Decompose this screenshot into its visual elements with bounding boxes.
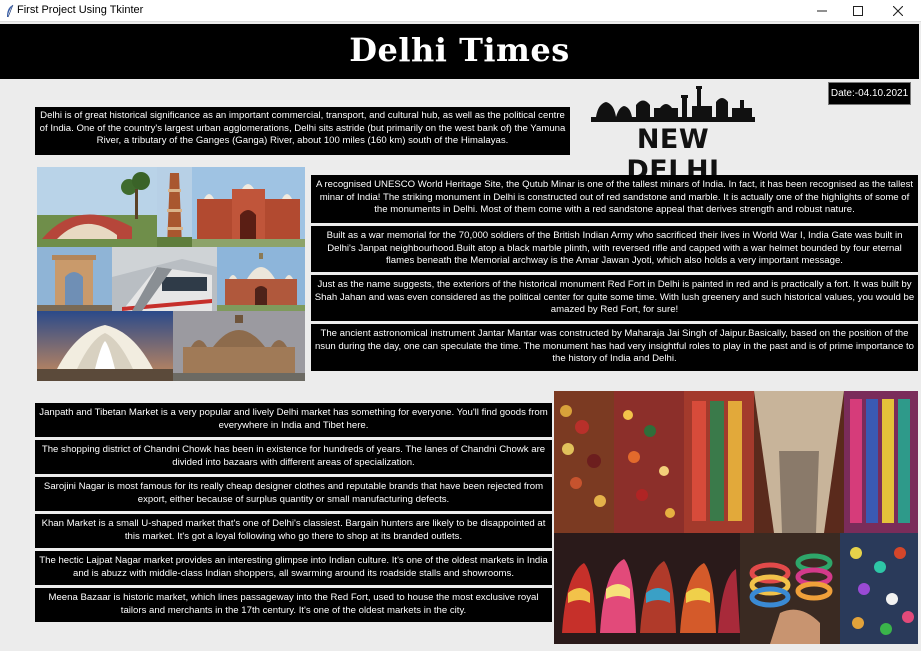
bazaar-street-photo <box>554 391 918 533</box>
new-delhi-logo: NEW DELHI <box>588 84 758 186</box>
market-janpath-text: Janpath and Tibetan Market is a very pop… <box>35 403 552 437</box>
monument-red-fort-text: Just as the name suggests, the exteriors… <box>311 275 918 321</box>
newspaper-name: Delhi Times <box>349 31 570 69</box>
market-lajpat-nagar-text: The hectic Lajpat Nagar market provides … <box>35 551 552 585</box>
maximize-button[interactable] <box>838 0 878 22</box>
monument-qutub-minar-text: A recognised UNESCO World Heritage Site,… <box>311 175 918 223</box>
markets-photos <box>554 391 918 644</box>
monuments-column: A recognised UNESCO World Heritage Site,… <box>311 175 918 374</box>
maximize-icon <box>853 6 863 16</box>
window-client-area: Delhi Times Date:-04.10.2021 Delhi is of… <box>0 22 921 651</box>
feather-icon <box>7 4 14 18</box>
qutub-minar-photo <box>157 167 192 247</box>
jutti-shoes-photo <box>554 533 740 644</box>
lotus-temple-photo <box>37 311 173 381</box>
minimize-button[interactable] <box>802 0 842 22</box>
date-label: Date:-04.10.2021 <box>828 82 911 105</box>
india-gate-photo <box>37 247 112 311</box>
delhi-skyline-icon <box>591 86 755 122</box>
markets-column: Janpath and Tibetan Market is a very pop… <box>35 403 552 625</box>
akshardham-photo <box>173 311 305 381</box>
close-icon <box>893 6 903 16</box>
market-sarojini-nagar-text: Sarojini Nagar is most famous for its re… <box>35 477 552 511</box>
red-fort-photo <box>192 167 305 247</box>
market-khan-market-text: Khan Market is a small U-shaped market t… <box>35 514 552 548</box>
masthead: Delhi Times <box>0 24 919 79</box>
close-button[interactable] <box>878 0 918 22</box>
minimize-icon <box>817 10 827 12</box>
monuments-collage <box>37 167 305 381</box>
monument-jantar-mantar-text: The ancient astronomical instrument Jant… <box>311 324 918 371</box>
window-titlebar[interactable]: First Project Using Tkinter <box>0 0 921 22</box>
market-chandni-chowk-text: The shopping district of Chandni Chowk h… <box>35 440 552 474</box>
market-meena-bazaar-text: Meena Bazaar is historic market, which l… <box>35 588 552 622</box>
humayun-tomb-photo <box>217 247 305 311</box>
delhi-metro-photo <box>112 247 217 311</box>
monument-india-gate-text: Built as a war memorial for the 70,000 s… <box>311 226 918 272</box>
intro-text: Delhi is of great historical significanc… <box>35 107 570 155</box>
window-title: First Project Using Tkinter <box>17 4 144 16</box>
bangles-jewellery-photo <box>740 533 918 644</box>
jantar-mantar-photo <box>37 167 157 247</box>
